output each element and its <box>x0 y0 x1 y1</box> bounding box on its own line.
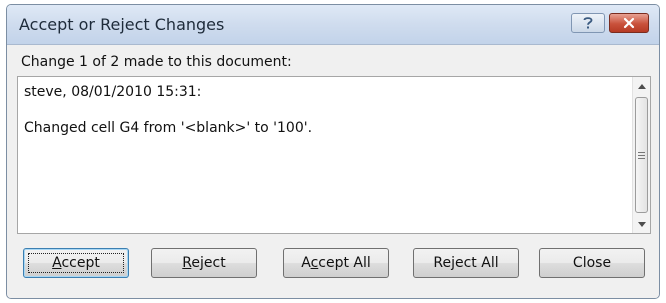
change-details-text: steve, 08/01/2010 15:31: Changed cell G4… <box>18 77 632 233</box>
accept-reject-changes-dialog: Accept or Reject Changes Change 1 of 2 m… <box>6 4 660 299</box>
change-details-box[interactable]: steve, 08/01/2010 15:31: Changed cell G4… <box>17 76 651 234</box>
close-window-button[interactable] <box>609 13 649 33</box>
accept-all-button[interactable]: Accept All <box>283 248 389 278</box>
dialog-body: Change 1 of 2 made to this document: ste… <box>7 45 659 298</box>
button-row: Accept Reject Accept All Reject All Clos… <box>7 248 659 280</box>
dialog-title: Accept or Reject Changes <box>19 15 225 34</box>
title-buttons <box>571 13 649 33</box>
help-button[interactable] <box>571 13 605 33</box>
accept-button[interactable]: Accept <box>23 248 129 278</box>
reject-button-label: Reject <box>182 255 226 271</box>
scroll-up-button[interactable] <box>633 77 650 95</box>
vertical-scrollbar[interactable] <box>632 77 650 233</box>
reject-all-button[interactable]: Reject All <box>413 248 519 278</box>
accept-button-label: Accept <box>52 255 100 271</box>
reject-all-button-label: Reject All <box>433 255 499 271</box>
close-button-label: Close <box>572 255 612 271</box>
arrow-up-icon <box>637 83 646 89</box>
title-bar[interactable]: Accept or Reject Changes <box>7 5 659 45</box>
accept-all-button-label: Accept All <box>301 255 371 271</box>
scroll-thumb[interactable] <box>635 97 648 213</box>
grip-icon <box>638 151 645 159</box>
reject-button[interactable]: Reject <box>151 248 257 278</box>
change-author-line: steve, 08/01/2010 15:31: <box>24 84 202 100</box>
change-description-line: Changed cell G4 from '<blank>' to '100'. <box>24 120 313 136</box>
question-mark-icon <box>583 17 593 29</box>
change-count-label: Change 1 of 2 made to this document: <box>21 54 292 70</box>
scroll-down-button[interactable] <box>633 215 650 233</box>
close-button[interactable]: Close <box>539 248 645 278</box>
arrow-down-icon <box>637 221 646 227</box>
close-x-icon <box>623 17 635 29</box>
